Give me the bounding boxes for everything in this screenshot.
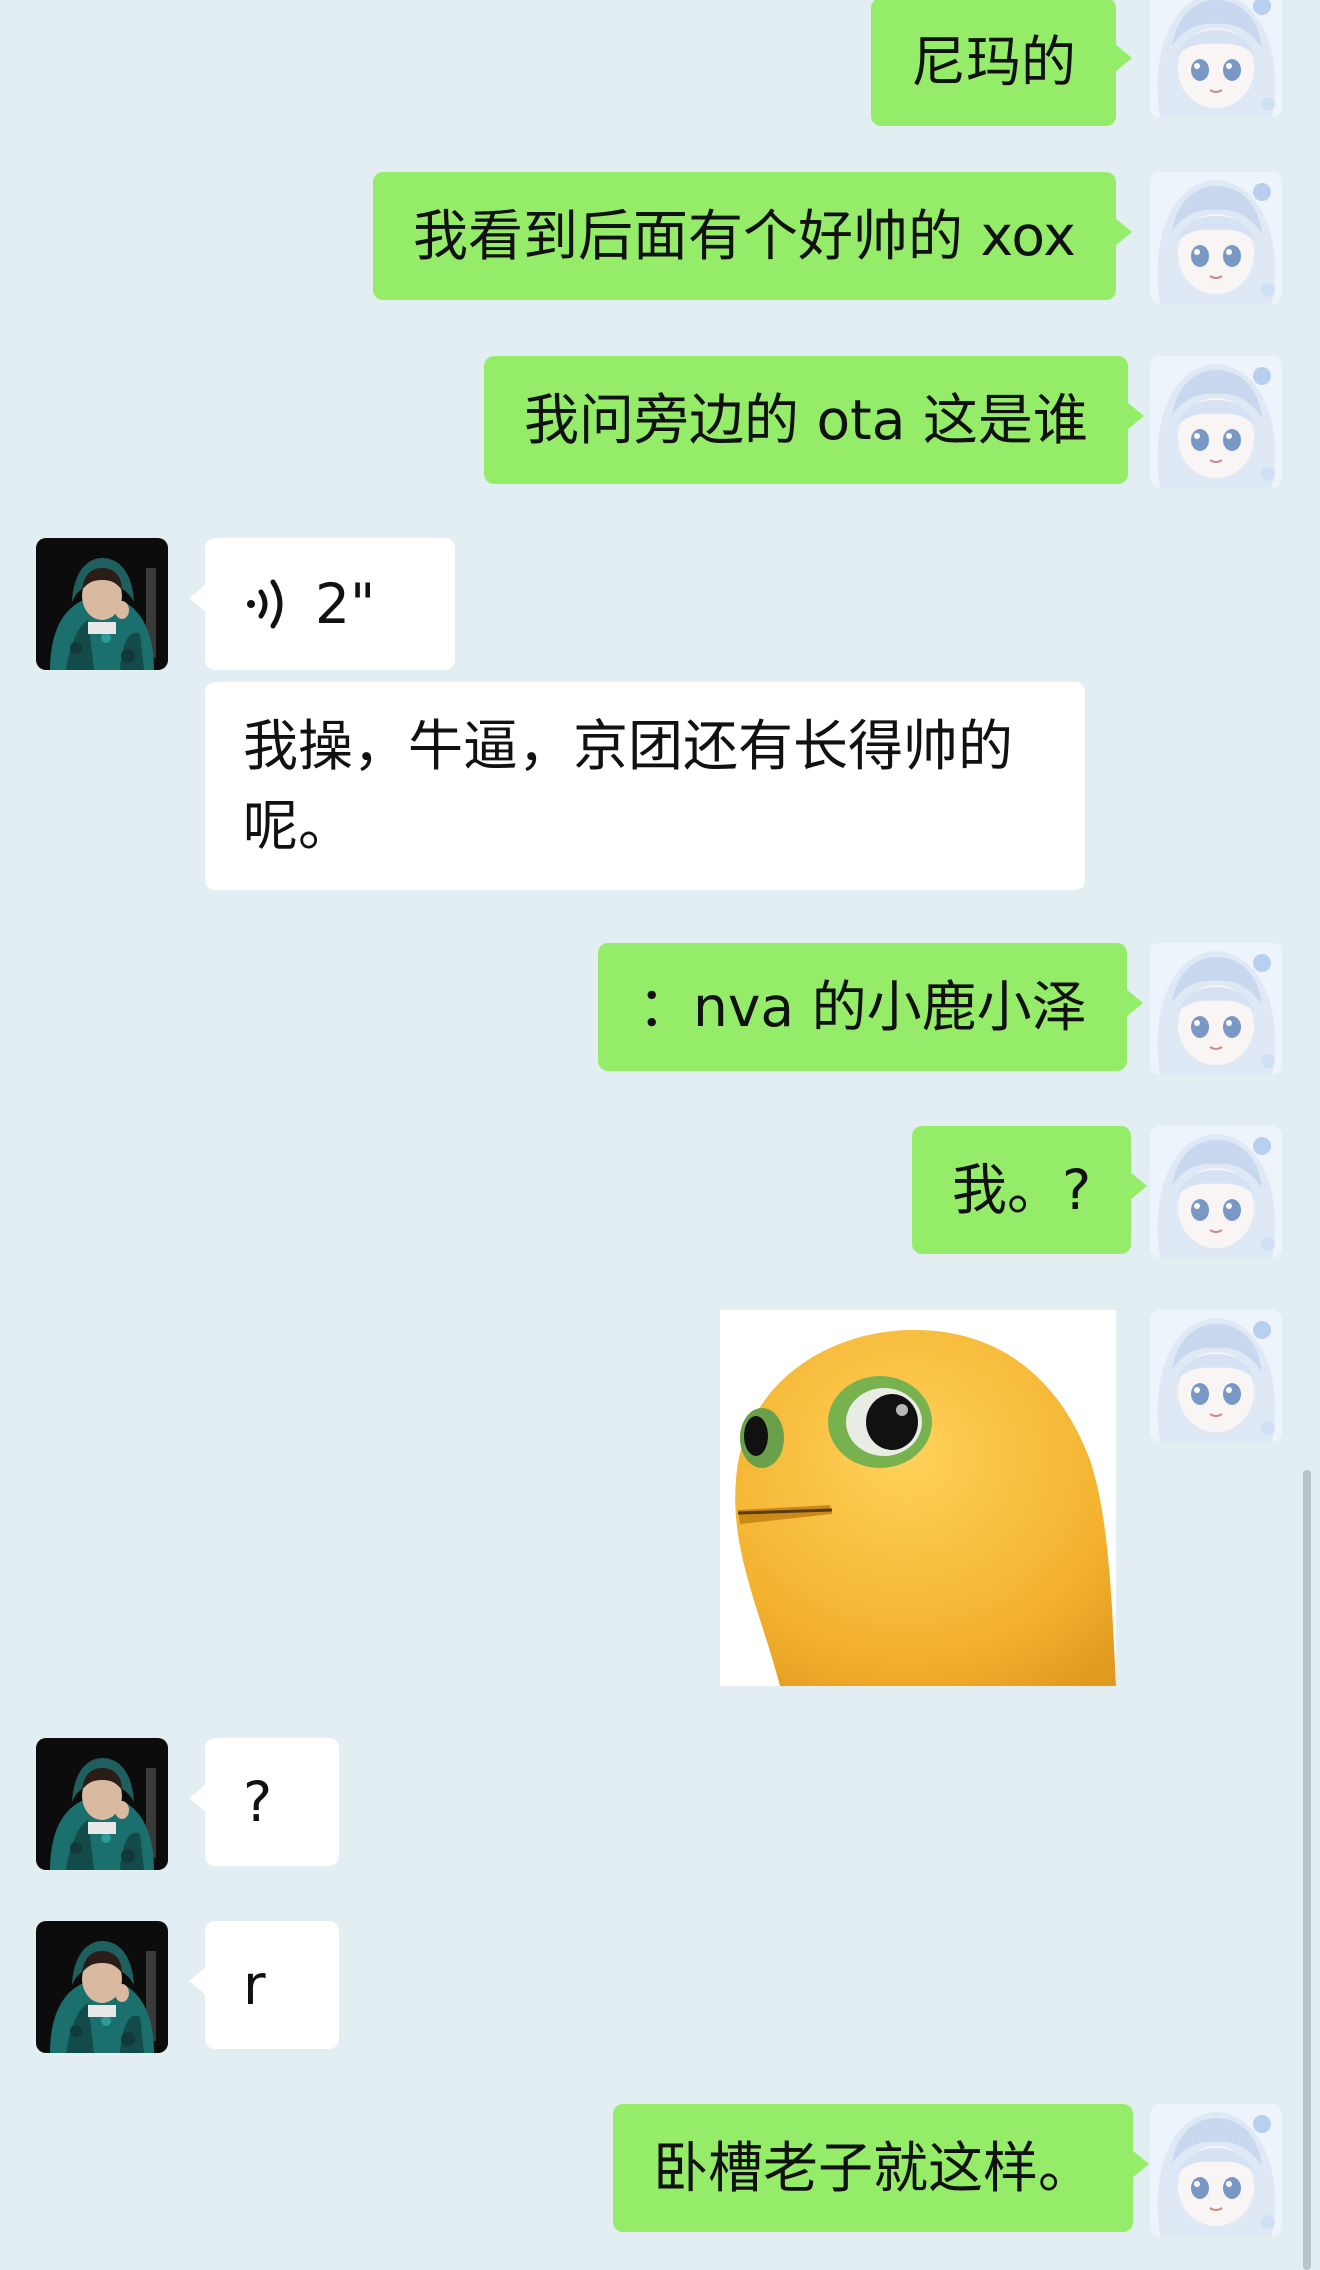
contact-avatar[interactable] <box>36 1921 168 2053</box>
my-avatar[interactable] <box>1150 1126 1282 1258</box>
message-text: 我操，牛逼，京团还有长得帅的呢。 <box>243 714 1014 858</box>
message-bubble-sent[interactable]: 尼玛的 <box>871 0 1133 126</box>
my-avatar[interactable] <box>1150 943 1282 1075</box>
message-bubble-received[interactable]: 我操，牛逼，京团还有长得帅的呢。 <box>205 682 1085 890</box>
scrollbar[interactable] <box>1303 1470 1311 2270</box>
message-text: ：nva 的小鹿小泽 <box>638 975 1087 1039</box>
my-avatar[interactable] <box>1150 172 1282 304</box>
message-text: ? <box>243 1770 273 1834</box>
message-text: 我。? <box>952 1158 1092 1222</box>
my-avatar[interactable] <box>1150 0 1282 118</box>
my-avatar[interactable] <box>1150 1310 1282 1442</box>
message-text: 我看到后面有个好帅的 xox <box>413 204 1076 268</box>
message-bubble-sent[interactable]: 我。? <box>912 1126 1148 1254</box>
message-text: 尼玛的 <box>911 30 1077 94</box>
contact-avatar[interactable] <box>36 538 168 670</box>
message-text: 我问旁边的 ota 这是谁 <box>524 388 1088 452</box>
message-bubble-sent[interactable]: 我问旁边的 ota 这是谁 <box>484 356 1144 484</box>
voice-duration: 2" <box>315 572 376 636</box>
yellow-bird-sticker[interactable] <box>720 1310 1116 1686</box>
message-text: 卧槽老子就这样。 <box>653 2136 1094 2200</box>
message-text: r <box>243 1953 266 2017</box>
message-bubble-sent[interactable]: 卧槽老子就这样。 <box>613 2104 1150 2232</box>
voice-message-bubble[interactable]: 2" <box>189 538 455 670</box>
message-bubble-received[interactable]: r <box>189 1921 339 2049</box>
message-bubble-sent[interactable]: ：nva 的小鹿小泽 <box>598 943 1143 1071</box>
contact-avatar[interactable] <box>36 1738 168 1870</box>
my-avatar[interactable] <box>1150 356 1282 488</box>
message-bubble-received[interactable]: ? <box>189 1738 339 1866</box>
my-avatar[interactable] <box>1150 2104 1282 2236</box>
message-bubble-sent[interactable]: 我看到后面有个好帅的 xox <box>373 172 1132 300</box>
voice-wave-icon <box>247 579 283 629</box>
